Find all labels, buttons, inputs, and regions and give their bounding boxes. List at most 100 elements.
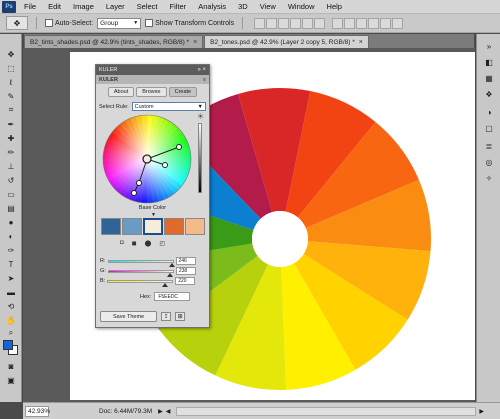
document-tab-active[interactable]: B2_tones.psd @ 42.9% (Layer 2 copy 5, RG… xyxy=(204,35,369,48)
document-size-info[interactable]: Doc: 6.44M/79.3M xyxy=(99,408,152,415)
harmony-marker[interactable] xyxy=(176,144,182,150)
blue-slider[interactable] xyxy=(107,279,174,287)
theme-swatch[interactable] xyxy=(101,218,121,235)
menu-3d[interactable]: 3D xyxy=(232,2,254,11)
menu-edit[interactable]: Edit xyxy=(42,2,67,11)
adjustments-panel-icon[interactable]: ◑ xyxy=(482,106,496,118)
distribute-hcenter-button[interactable] xyxy=(380,17,392,29)
align-bottom-button[interactable] xyxy=(278,17,290,29)
auto-select-dropdown[interactable]: Group ▼ xyxy=(97,17,142,29)
theme-swatch[interactable] xyxy=(122,218,142,235)
distribute-right-button[interactable] xyxy=(392,17,404,29)
blue-value-field[interactable]: 220 xyxy=(175,277,196,285)
kuler-titlebar[interactable]: KULER » × xyxy=(96,65,209,75)
save-theme-button[interactable]: Save Theme xyxy=(100,311,158,322)
dodge-tool-icon[interactable]: ◐ xyxy=(3,230,19,242)
styles-panel-icon[interactable]: ❖ xyxy=(482,88,496,100)
distribute-top-button[interactable] xyxy=(332,17,344,29)
close-icon[interactable]: × xyxy=(359,39,363,46)
color-panel-icon[interactable]: ◧ xyxy=(482,56,496,68)
tab-browse[interactable]: Browse xyxy=(136,87,167,97)
menu-analysis[interactable]: Analysis xyxy=(192,2,232,11)
path-selection-tool-icon[interactable]: ➤ xyxy=(3,272,19,284)
canvas-area[interactable] xyxy=(23,48,475,402)
slider-thumb[interactable] xyxy=(167,272,174,277)
fg-color-icon[interactable]: ◰ xyxy=(159,240,165,247)
zoom-tool-icon[interactable]: ⌕ xyxy=(3,327,19,339)
zoom-level-field[interactable]: 42.93% xyxy=(25,405,50,417)
scroll-right-icon[interactable]: ▶ xyxy=(479,408,484,415)
add-to-swatches-button-icon[interactable]: ⊞ xyxy=(175,312,186,321)
brightness-slider[interactable] xyxy=(198,123,202,193)
select-rule-dropdown[interactable]: Custom ▼ xyxy=(131,102,206,111)
crop-tool-icon[interactable]: ⌗ xyxy=(3,104,19,116)
paths-panel-icon[interactable]: ✧ xyxy=(482,172,496,184)
eyedropper-tool-icon[interactable]: ✒ xyxy=(3,118,19,130)
screen-mode-icon[interactable]: ▣ xyxy=(3,374,19,386)
align-top-button[interactable] xyxy=(254,17,266,29)
harmony-marker[interactable] xyxy=(136,180,142,186)
upload-theme-icon[interactable]: ⇪ xyxy=(161,312,172,321)
shape-tool-icon[interactable]: ▬ xyxy=(3,286,19,298)
layers-panel-icon[interactable]: ≣ xyxy=(482,140,496,152)
distribute-vcenter-button[interactable] xyxy=(344,17,356,29)
align-vcenter-button[interactable] xyxy=(266,17,278,29)
red-slider[interactable] xyxy=(107,259,175,267)
swatches-panel-icon[interactable]: ▦ xyxy=(482,72,496,84)
hex-input[interactable]: F5EEDC xyxy=(154,292,191,301)
distribute-left-button[interactable] xyxy=(368,17,380,29)
theme-swatch[interactable] xyxy=(143,218,163,235)
history-brush-tool-icon[interactable]: ↺ xyxy=(3,174,19,186)
distribute-bottom-button[interactable] xyxy=(356,17,368,29)
move-tool-icon[interactable]: ✥ xyxy=(3,48,19,60)
harmony-marker[interactable] xyxy=(162,162,168,168)
align-right-button[interactable] xyxy=(314,17,326,29)
quick-mask-icon[interactable]: ◙ xyxy=(3,360,19,372)
brush-tool-icon[interactable]: ✏ xyxy=(3,146,19,158)
green-value-field[interactable]: 238 xyxy=(175,267,196,275)
green-slider[interactable] xyxy=(107,269,174,277)
panel-collapse-icon[interactable]: » xyxy=(482,40,496,52)
base-color-marker[interactable] xyxy=(142,154,152,164)
healing-brush-tool-icon[interactable]: ✚ xyxy=(3,132,19,144)
eraser-tool-icon[interactable]: ▭ xyxy=(3,188,19,200)
status-menu-arrow-icon[interactable]: ▶ xyxy=(158,408,163,415)
panel-menu-icon[interactable]: ≡ xyxy=(203,77,206,83)
menu-view[interactable]: View xyxy=(254,2,282,11)
auto-select-option[interactable]: Auto-Select: xyxy=(45,19,93,27)
auto-select-checkbox[interactable] xyxy=(45,19,53,27)
type-tool-icon[interactable]: T xyxy=(3,258,19,270)
blur-tool-icon[interactable]: ● xyxy=(3,216,19,228)
menu-window[interactable]: Window xyxy=(282,2,321,11)
set-base-color-icon[interactable]: ⬤ xyxy=(145,240,152,247)
marquee-tool-icon[interactable]: ⬚ xyxy=(3,62,19,74)
slider-thumb[interactable] xyxy=(161,282,168,287)
scroll-left-icon[interactable]: ◀ xyxy=(166,408,171,415)
menu-filter[interactable]: Filter xyxy=(164,2,193,11)
document-tab[interactable]: B2_tints_shades.psd @ 42.9% (tints_shade… xyxy=(24,35,204,48)
red-value-field[interactable]: 246 xyxy=(175,257,196,265)
clone-stamp-tool-icon[interactable]: ⊥ xyxy=(3,160,19,172)
slider-thumb[interactable] xyxy=(168,262,175,267)
color-mode-icon[interactable]: ◼ xyxy=(132,240,137,247)
foreground-color-swatch[interactable] xyxy=(3,340,13,350)
align-hcenter-button[interactable] xyxy=(302,17,314,29)
menu-help[interactable]: Help xyxy=(321,2,348,11)
theme-swatch[interactable] xyxy=(185,218,205,235)
harmony-marker[interactable] xyxy=(131,190,137,196)
pen-tool-icon[interactable]: ✑ xyxy=(3,244,19,256)
theme-swatch[interactable] xyxy=(164,218,184,235)
masks-panel-icon[interactable]: ▢ xyxy=(482,122,496,134)
move-tool-preset-picker[interactable]: ✥ xyxy=(6,16,28,30)
add-to-swatches-icon[interactable]: ◘ xyxy=(120,240,124,247)
menu-select[interactable]: Select xyxy=(131,2,164,11)
hand-tool-icon[interactable]: ✋ xyxy=(3,314,19,326)
3d-rotate-tool-icon[interactable]: ⟲ xyxy=(3,300,19,312)
menu-file[interactable]: File xyxy=(18,2,42,11)
close-icon[interactable]: × xyxy=(193,39,197,46)
gradient-tool-icon[interactable]: ▤ xyxy=(3,202,19,214)
menu-layer[interactable]: Layer xyxy=(100,2,131,11)
lasso-tool-icon[interactable]: ℓ xyxy=(3,76,19,88)
channels-panel-icon[interactable]: ◎ xyxy=(482,156,496,168)
tab-create[interactable]: Create xyxy=(168,87,198,97)
